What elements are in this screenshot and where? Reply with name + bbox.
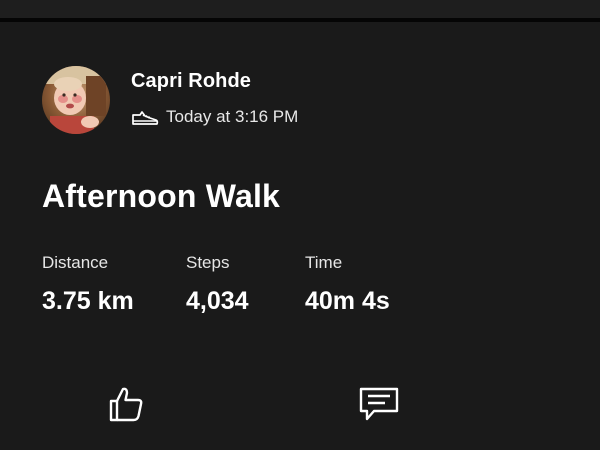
stat-distance-value: 3.75 km [42,287,134,315]
stat-distance-label: Distance [42,253,109,272]
stat-steps: Steps 4,034 [186,252,249,316]
stat-steps-value: 4,034 [186,287,249,315]
stat-steps-label: Steps [186,253,230,272]
activity-title[interactable]: Afternoon Walk [42,178,280,215]
shoe-icon [131,107,159,127]
comment-icon [357,384,401,429]
stat-time: Time 40m 4s [305,252,390,316]
athlete-name[interactable]: Capri Rohde [131,70,251,93]
comment-button[interactable] [357,384,401,428]
activity-timestamp: Today at 3:16 PM [166,107,299,126]
thumbs-up-icon [106,384,146,429]
avatar[interactable] [42,66,110,134]
stat-distance: Distance 3.75 km [42,252,134,316]
top-strip [0,0,600,18]
stat-time-value: 40m 4s [305,287,390,315]
stat-time-label: Time [305,253,343,272]
avatar-photo [42,66,110,134]
activity-meta: Today at 3:16 PM [131,105,298,129]
activity-card[interactable]: Capri Rohde Today at 3:16 PM Afternoon W… [0,22,600,450]
kudos-button[interactable] [104,384,148,428]
